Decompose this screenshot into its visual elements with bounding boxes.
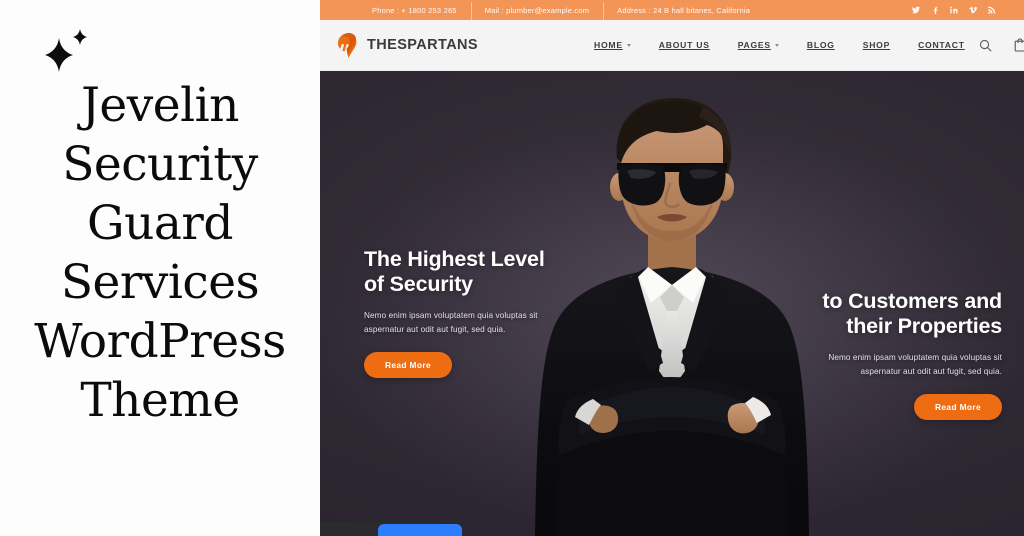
nav-item-home[interactable]: HOME	[580, 40, 645, 50]
hero-right-heading-line1: to Customers and	[822, 289, 1002, 313]
promo-title-line: Theme	[80, 373, 240, 428]
topbar-phone: Phone : + 1800 253 265	[372, 5, 457, 15]
hero-right-read-more-button[interactable]: Read More	[914, 394, 1002, 420]
nav-label: ABOUT US	[658, 40, 710, 50]
hero-left-heading-line2: of Security	[364, 272, 473, 296]
hero-left-heading: The Highest Level of Security	[364, 247, 579, 297]
nav-item-shop[interactable]: SHOP	[849, 40, 904, 50]
logo-text: THESPARTANS	[367, 37, 479, 53]
chevron-down-icon	[774, 44, 779, 47]
topbar-address: Address : 24 B hall bitanes, California	[603, 1, 764, 22]
hero-slide-left: The Highest Level of Security Nemo enim …	[364, 247, 579, 378]
bottom-highlight-chip[interactable]	[378, 524, 462, 536]
site-header: THESPARTANS HOME ABOUT US PAGES BLOG SHO…	[320, 20, 1024, 71]
promo-panel: Jevelin Security Guard Services WordPres…	[0, 0, 320, 536]
social-links	[912, 6, 996, 14]
hero-left-read-more-button[interactable]: Read More	[364, 352, 452, 378]
rss-icon[interactable]	[988, 6, 996, 14]
nav-label: BLOG	[806, 40, 835, 50]
facebook-icon[interactable]	[931, 6, 939, 14]
promo-title-line: Guard	[87, 196, 233, 251]
topbar-mail: Mail : plumber@example.com	[470, 1, 604, 22]
hero-slide-right: to Customers and their Properties Nemo e…	[797, 289, 1002, 420]
nav-item-contact[interactable]: CONTACT	[904, 40, 979, 50]
nav-label: PAGES	[737, 40, 771, 50]
page-title: Jevelin Security Guard Services WordPres…	[0, 76, 320, 430]
linkedin-icon[interactable]	[950, 6, 958, 14]
main-nav: HOME ABOUT US PAGES BLOG SHOP CONTACT	[580, 40, 979, 50]
nav-item-blog[interactable]: BLOG	[793, 40, 849, 50]
spartan-helmet-icon	[336, 32, 360, 59]
topbar: Phone : + 1800 253 265 Mail : plumber@ex…	[320, 0, 1024, 22]
chevron-down-icon	[626, 44, 631, 47]
hero-slider: The Highest Level of Security Nemo enim …	[320, 71, 1024, 536]
website-preview: Phone : + 1800 253 265 Mail : plumber@ex…	[320, 0, 1024, 536]
promo-title-line: Jevelin	[81, 78, 239, 133]
topbar-contact-info: Phone : + 1800 253 265 Mail : plumber@ex…	[358, 1, 912, 22]
hero-left-paragraph: Nemo enim ipsam voluptatem quia voluptas…	[364, 311, 538, 334]
header-actions	[979, 38, 1024, 52]
nav-label: CONTACT	[918, 40, 965, 50]
nav-item-pages[interactable]: PAGES	[724, 40, 793, 50]
nav-label: HOME	[594, 40, 623, 50]
vimeo-icon[interactable]	[969, 6, 977, 14]
sparkle-icon	[42, 28, 96, 76]
search-icon[interactable]	[979, 39, 992, 52]
hero-right-heading-line2: their Properties	[846, 314, 1002, 338]
promo-title-line: WordPress	[34, 314, 286, 369]
promo-title-line: Security	[62, 137, 258, 192]
twitter-icon[interactable]	[912, 6, 920, 14]
nav-label: SHOP	[862, 40, 891, 50]
nav-item-about-us[interactable]: ABOUT US	[645, 40, 724, 50]
site-logo[interactable]: THESPARTANS	[336, 32, 478, 59]
cart-icon[interactable]	[1014, 38, 1024, 52]
hero-right-paragraph: Nemo enim ipsam voluptatem quia voluptas…	[828, 353, 1002, 376]
hero-right-heading: to Customers and their Properties	[797, 289, 1002, 339]
promo-title-line: Services	[60, 255, 260, 310]
hero-left-heading-line1: The Highest Level	[364, 247, 545, 271]
